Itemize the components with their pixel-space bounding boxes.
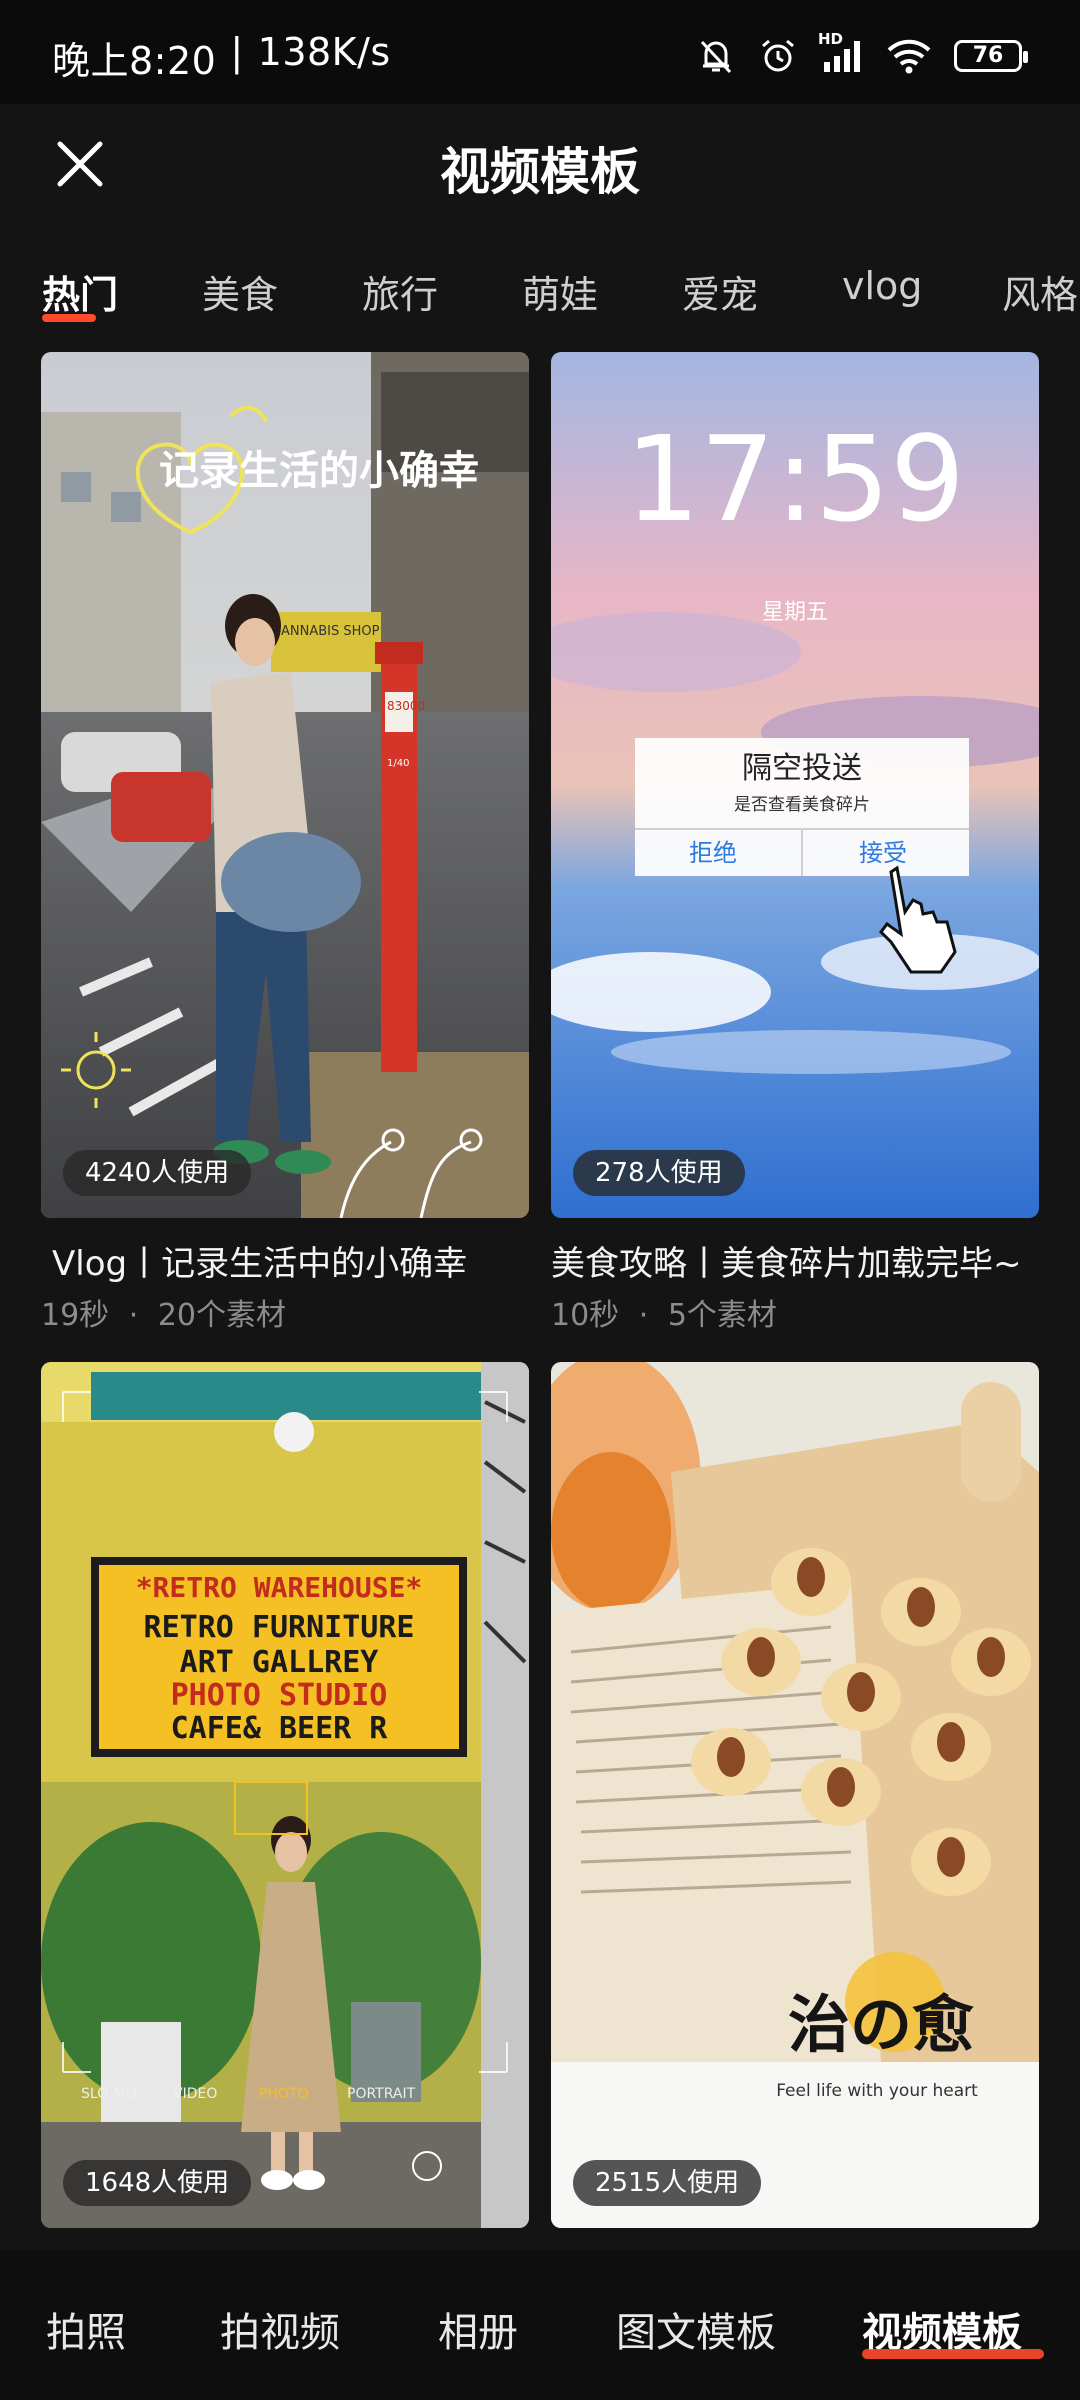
- usage-count-badge: 2515人使用: [573, 2160, 762, 2206]
- usage-count-badge: 4240人使用: [63, 1150, 252, 1196]
- status-time: 晚上8:20: [52, 39, 217, 83]
- usage-count-badge: 1648人使用: [63, 2160, 252, 2206]
- tab-travel[interactable]: 旅行: [362, 264, 438, 319]
- sign-line-1: *RETRO WAREHOUSE*: [136, 1571, 423, 1604]
- template-meta: 10秒 · 5个素材: [551, 1290, 777, 1334]
- nav-album[interactable]: 相册: [438, 2300, 518, 2358]
- cellular-signal-icon: HD: [818, 30, 864, 76]
- status-icons: HD 76: [696, 30, 1028, 76]
- airdrop-accept: 接受: [859, 839, 907, 867]
- wifi-icon: [886, 36, 932, 76]
- sign-line-3: ART GALLREY: [180, 1645, 379, 1680]
- nav-image-templates[interactable]: 图文模板: [616, 2300, 776, 2358]
- sign-line-2: RETRO FURNITURE: [144, 1610, 415, 1645]
- template-card-retro[interactable]: *RETRO WAREHOUSE* RETRO FURNITURE ART GA…: [41, 1362, 529, 2228]
- logo-tagline: Feel life with your heart: [776, 2081, 978, 2101]
- template-thumbnail[interactable]: 17:59 星期五 隔空投送 是否查看美食碎片 拒绝 接受 278人使用: [551, 352, 1039, 1218]
- mailbox-code: 83000: [387, 699, 425, 713]
- tab-kids[interactable]: 萌娃: [522, 264, 598, 319]
- airdrop-reject: 拒绝: [689, 839, 737, 867]
- lockscreen-clock: 17:59: [625, 410, 965, 548]
- airdrop-dialog-title: 隔空投送: [742, 751, 862, 786]
- almond-cookies-thumbnail: 治の愈 Feel life with your heart: [551, 1362, 1039, 2228]
- status-left: 晚上8:20 | 138K/s: [52, 30, 391, 85]
- airdrop-dialog-subtitle: 是否查看美食碎片: [734, 795, 870, 815]
- category-tabs: 热门 美食 旅行 萌娃 爱宠 vlog 风格: [0, 250, 1080, 330]
- template-thumbnail[interactable]: *RETRO WAREHOUSE* RETRO FURNITURE ART GA…: [41, 1362, 529, 2228]
- tab-pets[interactable]: 爱宠: [682, 264, 758, 319]
- camera-mode-slomo: SLO-MO: [81, 2086, 137, 2102]
- healing-logo-text: 治の愈: [788, 1988, 974, 2061]
- shop-sign-text: ANNABIS SHOP: [281, 624, 380, 639]
- tab-vlog[interactable]: vlog: [842, 264, 922, 308]
- hd-label: HD: [818, 30, 844, 48]
- active-tab-indicator: [42, 314, 96, 322]
- retro-warehouse-thumbnail: *RETRO WAREHOUSE* RETRO FURNITURE ART GA…: [41, 1362, 529, 2228]
- tab-hot[interactable]: 热门: [42, 264, 118, 319]
- template-title[interactable]: Vlog丨记录生活中的小确幸: [52, 1236, 552, 1285]
- sky-lockscreen-thumbnail: 17:59 星期五 隔空投送 是否查看美食碎片 拒绝 接受: [551, 352, 1039, 1218]
- overlay-sticker-text: 记录生活的小确幸: [159, 448, 479, 494]
- camera-mode-portrait: PORTRAIT: [347, 2086, 416, 2102]
- template-card-food[interactable]: 17:59 星期五 隔空投送 是否查看美食碎片 拒绝 接受 278人使用: [551, 352, 1039, 1218]
- mailbox-fraction: 1/40: [387, 758, 409, 769]
- template-duration: 19秒: [41, 1298, 110, 1333]
- nav-record-video[interactable]: 拍视频: [220, 2300, 340, 2358]
- status-bar: 晚上8:20 | 138K/s HD 76: [0, 0, 1080, 104]
- usage-count-badge: 278人使用: [573, 1150, 745, 1196]
- camera-mode-video: VIDEO: [173, 2086, 217, 2102]
- meta-separator: ·: [128, 1298, 139, 1333]
- template-meta: 19秒 · 20个素材: [41, 1290, 286, 1334]
- meta-separator: ·: [638, 1298, 649, 1333]
- street-photo-thumbnail: ANNABIS SHOP 83000 1/40 记录生活的小确幸: [41, 352, 529, 1218]
- page-title: 视频模板: [440, 143, 640, 201]
- template-title[interactable]: 美食攻略丨美食碎片加载完毕~: [551, 1236, 1051, 1285]
- template-materials: 5个素材: [667, 1298, 777, 1333]
- mute-bell-icon: [696, 36, 736, 76]
- nav-take-photo[interactable]: 拍照: [46, 2300, 126, 2358]
- template-card-cookies[interactable]: 治の愈 Feel life with your heart 2515人使用: [551, 1362, 1039, 2228]
- template-thumbnail[interactable]: 治の愈 Feel life with your heart 2515人使用: [551, 1362, 1039, 2228]
- status-separator: |: [230, 30, 244, 74]
- active-nav-indicator: [862, 2349, 1044, 2359]
- template-card-vlog[interactable]: ANNABIS SHOP 83000 1/40 记录生活的小确幸 4240人使用: [41, 352, 529, 1218]
- alarm-icon: [758, 36, 798, 76]
- status-network-speed: 138K/s: [257, 30, 391, 74]
- bottom-nav: 拍照 拍视频 相册 图文模板 视频模板: [0, 2250, 1080, 2400]
- tab-food[interactable]: 美食: [202, 264, 278, 319]
- template-thumbnail[interactable]: ANNABIS SHOP 83000 1/40 记录生活的小确幸 4240人使用: [41, 352, 529, 1218]
- sign-line-5: CAFE& BEER R: [171, 1711, 389, 1746]
- battery-indicator: 76: [954, 40, 1028, 72]
- tab-style[interactable]: 风格: [1002, 264, 1078, 319]
- sign-line-4: PHOTO STUDIO: [171, 1678, 388, 1713]
- header: 视频模板: [0, 104, 1080, 224]
- lockscreen-weekday: 星期五: [762, 600, 828, 625]
- template-duration: 10秒: [551, 1298, 620, 1333]
- template-materials: 20个素材: [157, 1298, 287, 1333]
- camera-mode-photo: PHOTO: [259, 2086, 309, 2102]
